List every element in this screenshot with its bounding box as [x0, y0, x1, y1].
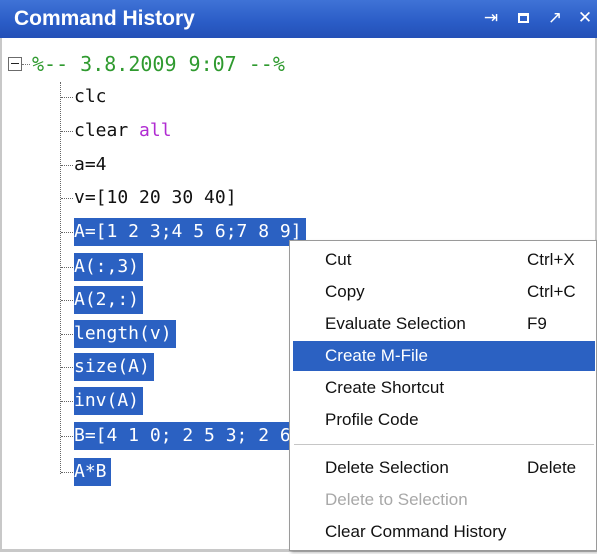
shortcut-label: F9 — [527, 314, 547, 333]
history-item[interactable]: clc — [74, 83, 107, 111]
tree-connector — [61, 198, 73, 199]
dock-icon[interactable]: ⇥ — [482, 9, 500, 27]
menu-item-create-shortcut[interactable]: Create Shortcut — [293, 373, 595, 403]
history-item-selected[interactable]: A(:,3) — [74, 253, 144, 281]
menu-item-create-m-file[interactable]: Create M-File — [293, 341, 595, 371]
tree-connector — [61, 367, 73, 368]
tree-connector — [61, 232, 73, 233]
tree-connector — [22, 64, 30, 65]
history-item-selected[interactable]: A(2,:) — [74, 286, 144, 314]
tree-connector — [61, 97, 73, 98]
menu-item-profile-code[interactable]: Profile Code — [293, 405, 595, 435]
history-item-selected[interactable]: A=[1 2 3;4 5 6;7 8 9] — [74, 218, 306, 246]
tree-connector — [61, 267, 73, 268]
shortcut-label: Ctrl+C — [527, 282, 576, 301]
menu-item-copy[interactable]: Copy Ctrl+C — [293, 277, 595, 307]
title-bar[interactable]: Command History ⇥ ↗ ✕ — [0, 0, 597, 38]
context-menu: Cut Ctrl+X Copy Ctrl+C Evaluate Selectio… — [289, 240, 597, 551]
menu-item-clear-command-history[interactable]: Clear Command History — [293, 517, 595, 547]
undock-icon[interactable]: ↗ — [546, 9, 564, 27]
history-item[interactable]: v=[10 20 30 40] — [74, 184, 237, 212]
tree-connector — [61, 131, 73, 132]
shortcut-label: Delete — [527, 458, 577, 477]
history-item-selected[interactable]: inv(A) — [74, 387, 144, 415]
tree-connector — [61, 401, 73, 402]
tree-line — [60, 82, 61, 474]
shortcut-label: Ctrl+X — [527, 250, 575, 269]
session-header[interactable]: %-- 3.8.2009 9:07 --% — [32, 52, 285, 76]
history-item-selected[interactable]: size(A) — [74, 353, 154, 381]
history-item[interactable]: a=4 — [74, 151, 107, 179]
tree-connector — [61, 436, 73, 437]
history-item-selected[interactable]: A*B — [74, 458, 111, 486]
tree-connector — [61, 165, 73, 166]
menu-item-evaluate-selection[interactable]: Evaluate Selection F9 — [293, 309, 595, 339]
close-icon[interactable]: ✕ — [576, 9, 594, 27]
history-item[interactable]: clear all — [74, 117, 172, 145]
tree-connector — [61, 334, 73, 335]
window-title: Command History — [14, 7, 195, 30]
collapse-icon[interactable] — [8, 57, 22, 71]
maximize-icon[interactable] — [514, 9, 532, 27]
menu-item-cut[interactable]: Cut Ctrl+X — [293, 245, 595, 275]
history-item-selected[interactable]: length(v) — [74, 320, 176, 348]
tree-connector — [61, 472, 73, 473]
menu-item-delete-selection[interactable]: Delete Selection Delete — [293, 453, 595, 483]
menu-separator — [294, 444, 594, 445]
command-history-window: Command History ⇥ ↗ ✕ %-- 3.8.2009 9:07 … — [0, 0, 597, 554]
tree-connector — [61, 300, 73, 301]
keyword-text: all — [139, 120, 172, 141]
menu-item-delete-to-selection: Delete to Selection — [325, 490, 468, 509]
